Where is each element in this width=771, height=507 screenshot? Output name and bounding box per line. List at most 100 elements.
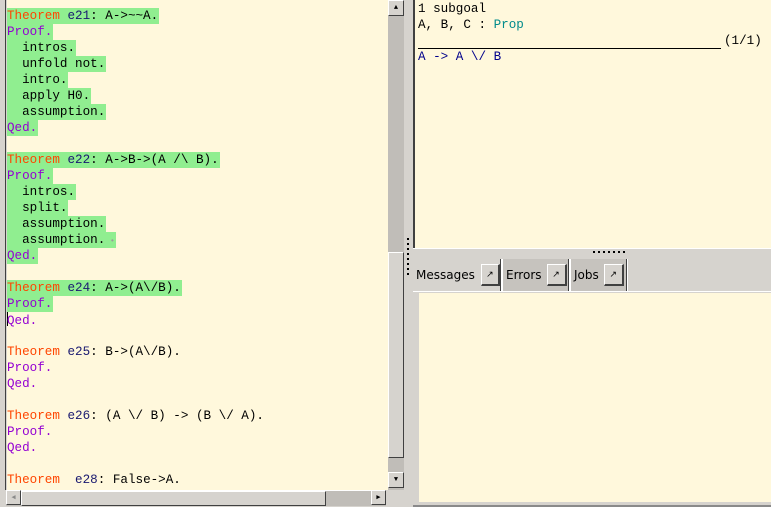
script-editor[interactable]: Theorem e21: A->~~A. Proof. intros. unfol… [7,0,388,490]
processed-region: split. [7,200,69,216]
detach-icon[interactable]: ↗ [603,264,624,286]
goal-index: (1/1) [724,34,762,48]
script-line[interactable]: Qed. [7,376,388,392]
unprocessed-region: Proof. [7,361,52,375]
processed-region: intros. [7,184,77,200]
separator-rule [418,36,721,49]
script-line[interactable]: apply H0. [7,88,388,104]
script-line[interactable]: Proof. [7,168,388,184]
token: : A->~~A. [90,9,159,23]
token: Qed. [7,441,38,455]
script-line[interactable]: Theorem e21: A->~~A. [7,8,388,24]
messages-text-area[interactable] [419,293,771,502]
unprocessed-region: Proof. [7,425,52,439]
token: e24 [67,281,91,295]
script-line[interactable] [7,264,388,280]
tab-label: Messages [416,268,475,282]
token: : False->A. [97,473,181,487]
processed-region: intro. [7,72,69,88]
script-line[interactable]: Theorem e25: B->(A\/B). [7,344,388,360]
unprocessed-region: Theorem e25: B->(A\/B). [7,345,181,359]
scroll-down-button[interactable]: ▼ [388,472,404,488]
processed-region: assumption. [7,104,107,120]
token: e22 [67,153,91,167]
horizontal-scrollbar[interactable]: ◀ ▶ [6,490,386,506]
processed-region: Theorem e21: A->~~A. [7,8,160,24]
tab-errors[interactable]: Errors ↗ [502,259,568,291]
vertical-scroll-thumb[interactable] [388,252,404,458]
script-line[interactable]: assumption. [7,216,388,232]
script-line[interactable]: Qed. [7,312,388,328]
token: intros. [7,41,76,55]
goal-conclusion: A -> A \/ B [418,50,502,64]
script-line[interactable]: Theorem e24: A->(A\/B). [7,280,388,296]
processed-region: Theorem e22: A->B->(A /\ B). [7,152,220,168]
token: : A->B->(A /\ B). [90,153,219,167]
horizontal-scroll-thumb[interactable] [21,491,326,506]
script-line[interactable]: Qed. [7,120,388,136]
script-line[interactable]: Proof. [7,360,388,376]
script-line[interactable]: intros. [7,184,388,200]
splitter-grip-icon[interactable] [407,238,410,278]
processed-region: Proof. [7,24,54,40]
script-line[interactable]: intros. [7,40,388,56]
scroll-up-button[interactable]: ▲ [388,0,404,16]
vertical-splitter[interactable] [404,0,413,507]
arrow-left-icon: ◀ [11,494,16,502]
token: assumption. [7,105,106,119]
horizontal-splitter[interactable] [413,248,771,256]
script-line[interactable]: intro. [7,72,388,88]
detach-icon[interactable]: ↗ [480,264,500,286]
processed-region: assumption. [7,216,107,232]
token: : B->(A\/B). [90,345,181,359]
script-line[interactable]: unfold not. [7,56,388,72]
detach-icon[interactable]: ↗ [546,264,567,286]
token: Qed. [7,377,38,391]
token: Theorem [7,409,60,423]
goals-pane: 1 subgoal A, B, C : Prop (1/1) A -> A \/… [413,0,771,248]
script-line[interactable]: Theorem e22: A->B->(A /\ B). [7,152,388,168]
script-editor-pane: Theorem e21: A->~~A. Proof. intros. unfol… [0,0,404,507]
subgoal-count: 1 subgoal [418,2,487,16]
token: split. [7,201,68,215]
script-line[interactable] [7,456,388,472]
script-line[interactable]: Proof. [7,424,388,440]
goal-separator: (1/1) [418,33,771,49]
vertical-scrollbar[interactable]: ▲ ▼ [388,0,404,490]
token: intro. [7,73,68,87]
script-line[interactable]: split. [7,200,388,216]
token: Proof. [7,25,53,39]
processed-region: unfold not. [7,56,107,72]
script-line[interactable] [7,392,388,408]
script-line[interactable]: Qed. [7,440,388,456]
processed-region: Proof. [7,296,54,312]
tab-messages[interactable]: Messages ↗ [413,259,500,291]
splitter-grip-icon[interactable] [593,251,625,253]
token: intros. [7,185,76,199]
processed-region: Qed. [7,248,39,264]
script-line[interactable]: Theorem e26: (A \/ B) -> (B \/ A). [7,408,388,424]
token: e21 [67,9,91,23]
tab-label: Jobs [574,268,599,282]
script-line[interactable]: Theorem e28: False->A. [7,472,388,488]
script-line[interactable]: Proof. [7,296,388,312]
script-line[interactable] [7,136,388,152]
script-line[interactable]: Qed. [7,248,388,264]
scroll-right-button[interactable]: ▶ [371,490,386,505]
token: unfold not. [7,57,106,71]
processed-region: Qed. [7,120,39,136]
token: assumption. [7,233,106,247]
script-line[interactable]: Proof. [7,24,388,40]
token: assumption. [7,217,106,231]
script-line[interactable] [7,328,388,344]
processed-region: intros. [7,40,77,56]
unprocessed-region: Theorem e28: False->A. [7,473,181,487]
token: Theorem [7,281,60,295]
script-line[interactable]: assumption. [7,104,388,120]
scroll-left-button[interactable]: ◀ [6,490,21,505]
tab-jobs[interactable]: Jobs ↗ [570,259,626,291]
script-line[interactable]: assumption. • [7,232,388,248]
token: : A->(A\/B). [90,281,181,295]
tab-divider [626,259,628,291]
